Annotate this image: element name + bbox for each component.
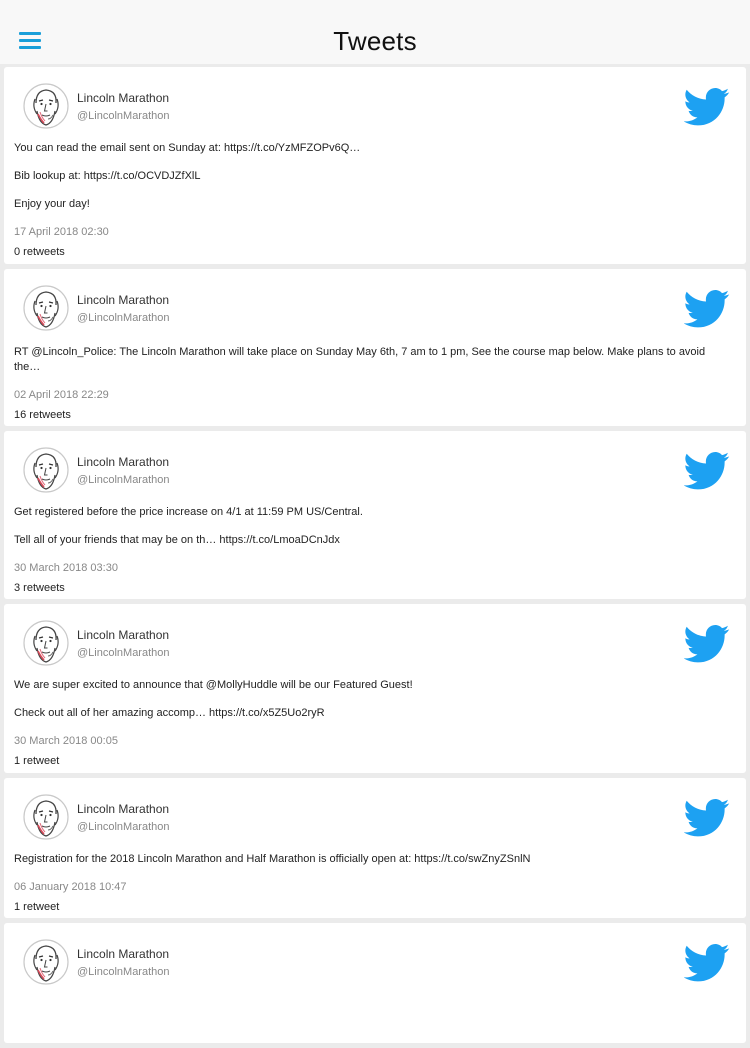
tweet-timestamp: 06 January 2018 10:47 [14,881,127,893]
author-handle[interactable]: @LincolnMarathon [77,647,170,659]
tweet-card[interactable]: Lincoln Marathon @LincolnMarathon [4,923,746,1043]
author-name[interactable]: Lincoln Marathon [77,802,169,816]
tweet-card[interactable]: Lincoln Marathon @LincolnMarathon We are … [4,604,746,773]
tweet-text-line: RT @Lincoln_Police: The Lincoln Marathon… [14,346,706,373]
twitter-bird-icon [683,798,730,838]
retweet-count: 3 retweets [14,582,65,594]
tweet-timestamp: 02 April 2018 22:29 [14,389,109,401]
author-handle[interactable]: @LincolnMarathon [77,312,170,324]
retweet-count: 1 retweet [14,901,60,913]
tweet-body: Registration for the 2018 Lincoln Marath… [14,778,746,918]
twitter-bird-icon [683,87,730,127]
tweet-body [14,923,746,1007]
lincoln-avatar[interactable] [22,445,70,495]
tweet-text-line: Enjoy your day! [14,198,90,210]
tweet-feed[interactable]: Lincoln Marathon @LincolnMarathon You can… [4,67,746,1048]
page-title: Tweets [333,26,417,56]
tweet-card[interactable]: Lincoln Marathon @LincolnMarathon Get reg… [4,431,746,599]
twitter-bird-icon [683,624,730,664]
tweet-card[interactable]: Lincoln Marathon @LincolnMarathon RT @Lin… [4,269,746,426]
retweet-count: 16 retweets [14,409,71,421]
retweet-count: 1 retweet [14,755,60,767]
tweet-text-line: We are super excited to announce that @M… [14,679,413,691]
tweet-card[interactable]: Lincoln Marathon @LincolnMarathon Registr… [4,778,746,918]
author-handle[interactable]: @LincolnMarathon [77,474,170,486]
tweet-timestamp: 17 April 2018 02:30 [14,226,109,238]
lincoln-avatar[interactable] [22,792,70,842]
tweet-text-line: Bib lookup at: https://t.co/OCVDJZfXlL [14,170,201,182]
top-navigation-bar: Tweets [0,0,750,64]
retweet-count: 0 retweets [14,246,65,258]
tweet-timestamp: 30 March 2018 03:30 [14,562,118,574]
lincoln-avatar[interactable] [22,937,70,987]
tweet-text-line: Check out all of her amazing accomp… htt… [14,707,325,719]
twitter-bird-icon [683,943,730,983]
author-name[interactable]: Lincoln Marathon [77,455,169,469]
twitter-bird-icon [683,289,730,329]
twitter-bird-icon [683,451,730,491]
tweet-card[interactable]: Lincoln Marathon @LincolnMarathon You can… [4,67,746,264]
lincoln-avatar[interactable] [22,283,70,333]
tweet-text-line: Tell all of your friends that may be on … [14,534,340,546]
author-name[interactable]: Lincoln Marathon [77,91,169,105]
tweet-text-line: Registration for the 2018 Lincoln Marath… [14,853,531,865]
author-name[interactable]: Lincoln Marathon [77,628,169,642]
lincoln-avatar[interactable] [22,618,70,668]
author-handle[interactable]: @LincolnMarathon [77,966,170,978]
author-handle[interactable]: @LincolnMarathon [77,821,170,833]
author-name[interactable]: Lincoln Marathon [77,293,169,307]
tweet-timestamp: 30 March 2018 00:05 [14,735,118,747]
lincoln-avatar[interactable] [22,81,70,131]
tweet-text-line: You can read the email sent on Sunday at… [14,142,361,154]
author-handle[interactable]: @LincolnMarathon [77,110,170,122]
author-name[interactable]: Lincoln Marathon [77,947,169,961]
tweet-text-line: Get registered before the price increase… [14,506,363,518]
